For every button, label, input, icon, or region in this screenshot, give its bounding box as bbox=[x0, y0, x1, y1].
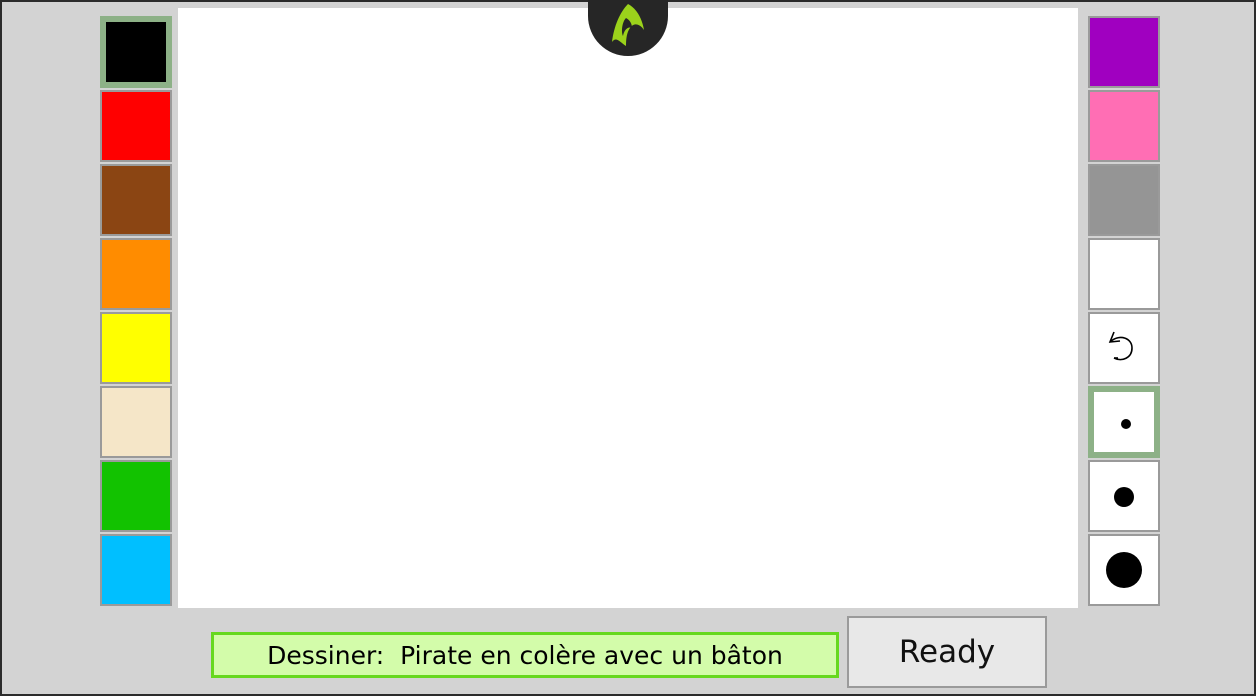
brush-medium-dot-icon bbox=[1114, 487, 1134, 507]
drawing-prompt-label: Dessiner: Pirate en colère avec un bâton bbox=[211, 632, 839, 678]
color-swatch-gray[interactable] bbox=[1088, 164, 1160, 236]
brush-size-large-button[interactable] bbox=[1088, 534, 1160, 606]
color-swatch-brown[interactable] bbox=[100, 164, 172, 236]
color-swatch-sky-blue[interactable] bbox=[100, 534, 172, 606]
color-swatch-green[interactable] bbox=[100, 460, 172, 532]
brush-small-dot-icon bbox=[1121, 419, 1131, 429]
color-swatch-red[interactable] bbox=[100, 90, 172, 162]
brush-size-small-button[interactable] bbox=[1088, 386, 1160, 458]
app-logo-icon bbox=[612, 4, 644, 46]
color-swatch-black[interactable] bbox=[100, 16, 172, 88]
color-swatch-orange[interactable] bbox=[100, 238, 172, 310]
color-swatch-pink[interactable] bbox=[1088, 90, 1160, 162]
drawing-canvas[interactable] bbox=[178, 8, 1078, 608]
undo-icon bbox=[1108, 331, 1133, 361]
color-swatch-beige[interactable] bbox=[100, 386, 172, 458]
drawing-app-window: Dessiner: Pirate en colère avec un bâton… bbox=[0, 0, 1256, 696]
color-swatch-white[interactable] bbox=[1088, 238, 1160, 310]
ready-button[interactable]: Ready bbox=[847, 616, 1047, 688]
brush-size-medium-button[interactable] bbox=[1088, 460, 1160, 532]
color-swatch-yellow[interactable] bbox=[100, 312, 172, 384]
color-swatch-purple[interactable] bbox=[1088, 16, 1160, 88]
undo-button[interactable] bbox=[1088, 312, 1160, 384]
brush-large-dot-icon bbox=[1106, 552, 1142, 588]
